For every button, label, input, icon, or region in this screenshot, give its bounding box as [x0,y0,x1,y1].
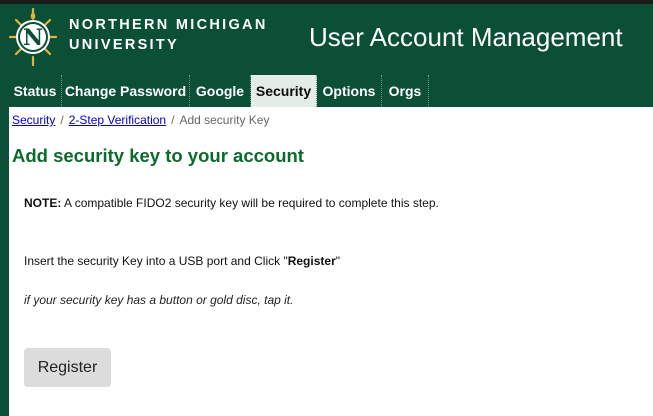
app-title: User Account Management [309,22,623,52]
register-button[interactable]: Register [24,348,111,387]
main-nav-tabs: Status Change Password Google Security O… [9,75,653,107]
page-title: Add security key to your account [12,145,304,166]
nmu-logo-icon[interactable]: N [8,8,58,66]
breadcrumb-link-2-step-verification[interactable]: 2-Step Verification [69,113,166,127]
instruction-register-word: Register [287,254,336,268]
nmu-logo-graphic: N [8,8,58,66]
instruction-text: Insert the security Key into a USB port … [24,254,340,268]
university-name-line2: UNIVERSITY [69,37,180,53]
tab-status[interactable]: Status [9,75,62,107]
site-header: N NORTHERN MICHIGAN UNIVERSITY User Acco… [0,0,653,75]
note-label: NOTE: [24,196,62,210]
instruction-suffix: " [335,254,341,268]
tab-security[interactable]: Security [251,75,317,107]
note-body: A compatible FIDO2 security key will be … [61,196,439,210]
breadcrumb-current: Add security Key [179,113,270,127]
hint-text: if your security key has a button or gol… [24,293,294,307]
header-top-border [0,0,653,4]
logo-letter: N [23,25,43,51]
breadcrumb-separator: / [60,113,64,127]
breadcrumb-link-security[interactable]: Security [12,113,55,127]
tab-orgs[interactable]: Orgs [382,75,429,107]
university-name: NORTHERN MICHIGAN UNIVERSITY [69,15,268,55]
tab-options[interactable]: Options [317,75,382,107]
note-text: NOTE: A compatible FIDO2 security key wi… [24,196,439,210]
breadcrumb: Security / 2-Step Verification / Add securit… [12,113,269,127]
tab-change-password[interactable]: Change Password [62,75,190,107]
breadcrumb-separator: / [171,113,175,127]
instruction-prefix: Insert the security Key into a USB port … [24,254,288,268]
university-name-line1: NORTHERN MICHIGAN [69,17,268,33]
tab-google[interactable]: Google [190,75,251,107]
main-content: Security / 2-Step Verification / Add securit… [9,107,653,416]
